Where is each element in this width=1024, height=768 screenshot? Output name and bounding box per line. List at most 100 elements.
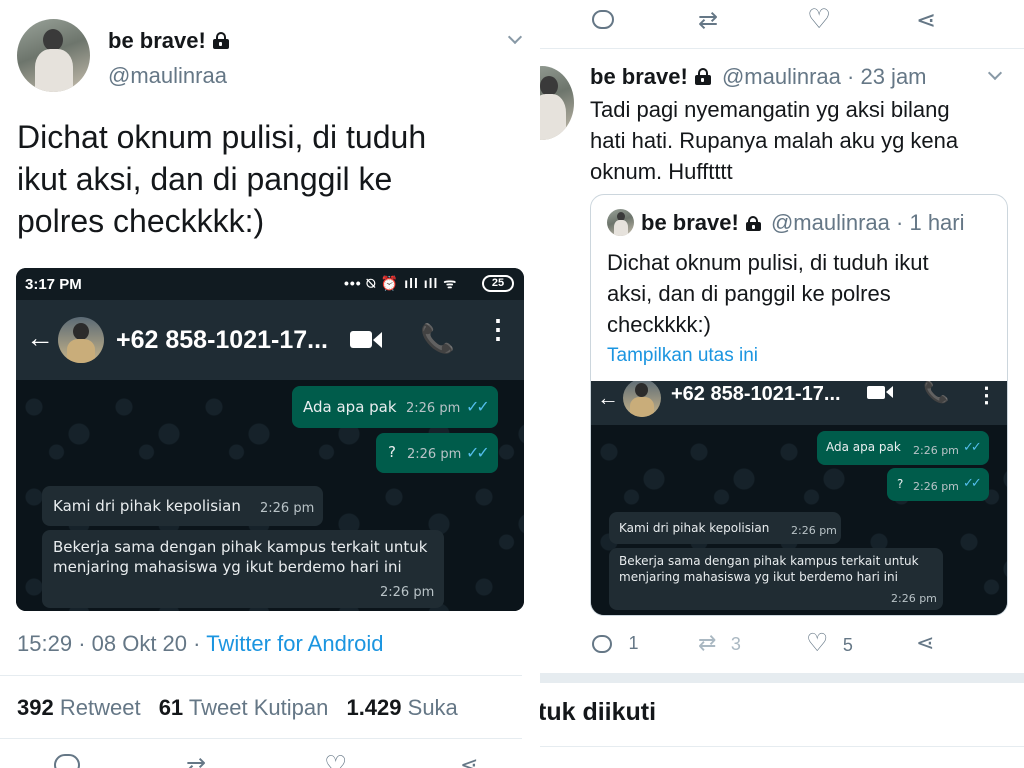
separator-dot: · [847,64,855,89]
read-ticks-icon: ✓✓ [466,443,490,462]
like-icon[interactable]: ♡ [324,750,347,768]
chevron-down-icon[interactable] [507,29,523,45]
quote-count-link[interactable]: 61 Tweet Kutipan [159,695,329,720]
reply-button[interactable]: 1 [592,633,638,654]
share-icon[interactable]: ⋖ [460,752,478,768]
retweet-count-link[interactable]: 392 Retweet [17,695,141,720]
battery-icon: 25 [482,275,514,292]
tweet-date[interactable]: 08 Okt 20 [92,631,187,656]
reply-text-line: Tadi pagi nyemangatin yg aksi bilang [590,97,950,122]
separator-dot: · [193,631,201,656]
retweet-count: 3 [730,634,741,654]
tweet-text-line: Dichat oknum pulisi, di tuduh [17,119,427,155]
message-text: Ada apa pak [826,440,901,454]
retweet-label: Retweet [59,695,141,720]
message-text: Bekerja sama dengan pihak kampus terkait… [619,554,919,568]
reply-header: be brave! @maulinraa · 23 jam [590,64,927,90]
retweet-icon[interactable]: ⇄ [698,6,718,35]
message-bubble[interactable]: Ada apa pak 2:26 pm ✓✓ [292,386,498,428]
message-bubble: Bekerja sama dengan pihak kampus terkait… [609,548,943,610]
reply-text-line: oknum. Hufftttt [590,159,733,184]
reply-icon[interactable] [592,10,614,29]
back-arrow-icon[interactable]: ← [26,322,54,354]
like-button[interactable]: ♡ 5 [806,628,853,658]
separator-dot: · [896,210,904,235]
video-call-icon [867,386,893,404]
message-time: 2:26 pm [913,480,959,493]
show-thread-link[interactable]: Tampilkan utas ini [607,345,758,367]
message-text: Kami dri pihak kepolisian [619,521,770,535]
divider [0,738,522,739]
read-ticks-icon: ✓✓ [466,397,490,416]
back-arrow-icon: ← [597,385,619,410]
main-tweet-panel: be brave! @maulinraa Dichat oknum pulisi… [0,0,540,768]
tweet-time[interactable]: 15:29 [17,631,72,656]
message-text: ? [388,443,396,461]
like-count: 1.429 [346,695,402,720]
reply-actions: 1 ⇄ 3 ♡ 5 ⋖ [590,628,1010,660]
message-time: 2:26 pm [380,585,435,600]
phone-call-icon[interactable]: 📞 [420,322,455,355]
contact-avatar[interactable] [58,317,104,363]
tweet-text-line: ikut aksi, dan di panggil ke [17,161,393,197]
reply-icon [592,634,612,653]
read-ticks-icon: ✓✓ [963,440,982,455]
message-time: 2:26 pm [913,444,959,457]
video-call-icon[interactable] [350,331,382,353]
author-name-text: be brave! [108,28,206,53]
message-time: 2:26 pm [891,592,937,605]
avatar[interactable] [17,19,90,92]
message-bubble[interactable]: ? 2:26 pm ✓✓ [376,433,498,473]
status-time: 3:17 PM [25,276,82,293]
divider [0,675,522,676]
quoted-media-image[interactable]: ← +62 858-1021-17... 📞 ⋮ Ada apa pak 2:2… [591,381,1007,615]
message-text: Kami dri pihak kepolisian [53,497,241,515]
share-icon[interactable]: ⋖ [916,630,934,656]
quoted-tweet-card[interactable]: be brave! @maulinraa · 1 hari Dichat okn… [590,194,1008,616]
contact-name[interactable]: +62 858-1021-17... [116,326,328,355]
avatar[interactable] [540,66,574,140]
message-bubble: Kami dri pihak kepolisian 2:26 pm [609,512,841,544]
signal-icons: ••• ⍉ ⏰ ıll ıll ᯤ [344,275,458,291]
author-handle[interactable]: @maulinraa [722,64,841,89]
author-name[interactable]: be brave! [590,64,688,89]
section-title: tuk diikuti [540,698,657,726]
message-text: ? [897,477,904,491]
retweet-icon: ⇄ [698,630,717,655]
quote-count: 61 [158,695,184,720]
like-icon[interactable]: ♡ [807,4,831,35]
like-count: 5 [842,635,853,655]
tweet-age[interactable]: 23 jam [860,64,926,89]
tweet-media-image[interactable]: 3:17 PM ••• ⍉ ⏰ ıll ıll ᯤ 25 ← +62 858-1… [16,268,524,611]
reply-icon[interactable] [54,754,80,768]
quoted-text-line: aksi, dan di panggil ke polres [607,281,891,306]
chevron-down-icon[interactable] [987,65,1003,81]
more-options-icon[interactable]: ⋮ [485,316,511,342]
retweet-button[interactable]: ⇄ 3 [698,630,741,656]
like-count-link[interactable]: 1.429 Suka [346,695,457,720]
contact-name: +62 858-1021-17... [671,383,841,405]
like-label: Suka [407,695,458,720]
tweet-source-link[interactable]: Twitter for Android [206,631,383,656]
section-divider [540,673,1024,683]
author-handle[interactable]: @maulinraa [108,63,227,89]
message-time: 2:26 pm [406,401,461,416]
author-name[interactable]: be brave! [108,28,230,54]
share-icon[interactable]: ⋖ [916,6,936,35]
lock-icon [694,68,712,85]
message-text: Ada apa pak [303,398,397,416]
message-time: 2:26 pm [407,447,462,462]
tweet-timestamp: 15:29 · 08 Okt 20 · Twitter for Android [17,631,384,657]
message-text: menjaring mahasiswa yg ikut berdemo hari… [53,558,402,576]
tweet-text: Dichat oknum pulisi, di tuduh ikut aksi,… [17,116,426,242]
retweet-icon[interactable]: ⇄ [186,752,206,768]
avatar [607,209,634,236]
quoted-text-line: checkkkk:) [607,312,711,337]
message-bubble[interactable]: Kami dri pihak kepolisian 2:26 pm [42,486,323,526]
message-text: menjaring mahasiswa yg ikut berdemo hari… [619,570,898,584]
message-bubble[interactable]: Bekerja sama dengan pihak kampus terkait… [42,530,444,608]
divider [540,48,1024,49]
read-ticks-icon: ✓✓ [963,476,982,491]
message-text: Bekerja sama dengan pihak kampus terkait… [53,538,428,556]
phone-status-bar: 3:17 PM ••• ⍉ ⏰ ıll ıll ᯤ 25 [16,268,524,300]
